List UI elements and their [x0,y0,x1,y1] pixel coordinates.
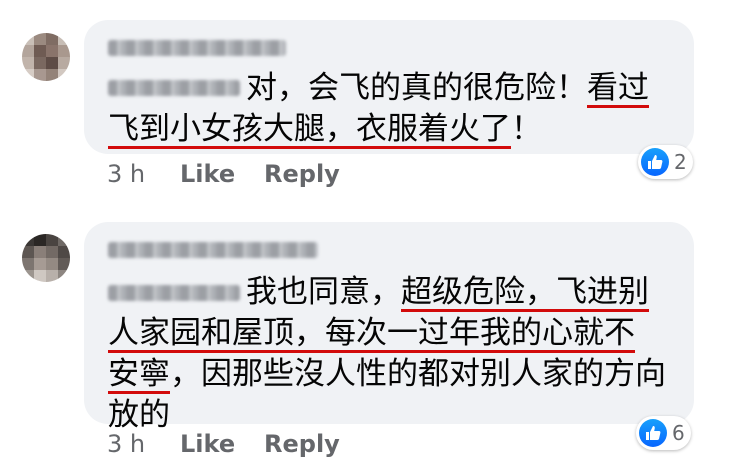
comment-bubble: 我也同意，超级危险，飞进别 人家园和屋顶，每次一过年我的心就不 安寧，因那些沒人… [84,222,694,433]
reaction-count: 2 [674,150,687,174]
commenter-name-redacted[interactable] [108,242,318,258]
reaction-summary[interactable]: 6 [636,416,691,450]
comment-text-plain: 我也同意， [246,274,401,310]
comment-text-underlined: 安寧 [108,356,170,392]
comment-text: 我也同意，超级危险，飞进别 人家园和屋顶，每次一过年我的心就不 安寧，因那些沒人… [108,272,694,436]
comment-text-underlined: 看过 [587,70,649,106]
comment-timestamp[interactable]: 3 h [107,430,145,458]
comment-timestamp[interactable]: 3 h [107,160,145,188]
commenter-avatar[interactable] [22,33,70,81]
reaction-count: 6 [672,421,685,445]
commenter-name-redacted[interactable] [108,40,286,56]
like-button[interactable]: Like [180,160,235,188]
comment-text-underlined: 飞到小女孩大腿，衣服着火了 [108,111,511,147]
like-button[interactable]: Like [180,430,235,458]
comment-text-underlined: 超级危险，飞进别 [401,274,649,310]
comment-bubble: 对，会飞的真的很危险！看过 飞到小女孩大腿，衣服着火了！ [84,20,694,154]
comment-text: 对，会飞的真的很危险！看过 飞到小女孩大腿，衣服着火了！ [108,68,688,150]
reply-button[interactable]: Reply [264,160,340,188]
comment-text-plain: ！ [511,111,542,147]
reaction-summary[interactable]: 2 [638,145,693,179]
comment-text-plain: ，因那些沒人性的都对别人家的方向放的 [108,356,666,433]
comment-text-plain: 对，会飞的真的很危险！ [246,70,587,106]
reply-button[interactable]: Reply [264,430,340,458]
thumbs-up-icon [641,148,669,176]
commenter-avatar[interactable] [22,234,70,282]
comment-text-underlined: 人家园和屋顶，每次一过年我的心就不 [108,315,635,351]
thumbs-up-icon [639,419,667,447]
